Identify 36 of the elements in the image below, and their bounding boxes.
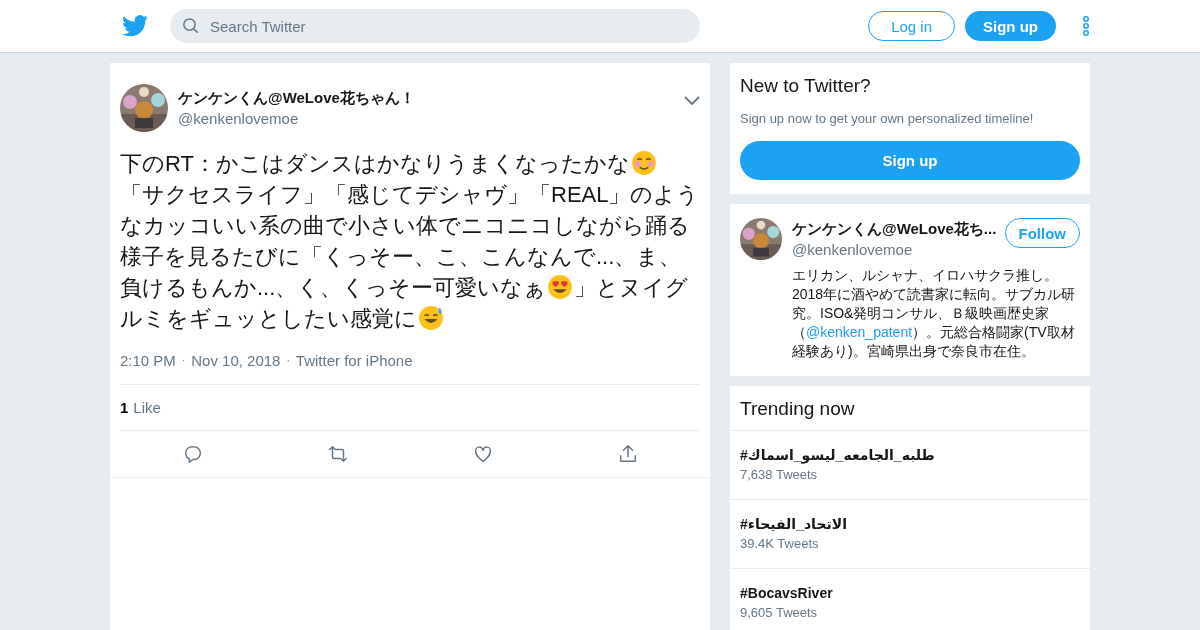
author-name: ケンケンくん@WeLove花ちゃん！ — [178, 89, 416, 108]
signup-button[interactable]: Sign up — [740, 141, 1080, 180]
signup-button[interactable]: Sign up — [965, 11, 1056, 41]
search-field[interactable]: Search Twitter — [170, 9, 700, 43]
follow-button[interactable]: Follow — [1004, 218, 1080, 248]
separator-dot: · — [286, 355, 290, 366]
profile-name: ケンケンくん@WeLove花ち... — [792, 220, 997, 239]
like-label: Like — [133, 399, 161, 416]
more-icon[interactable] — [1082, 15, 1090, 37]
trend-tag[interactable]: #الاتحاد_الفيحاء — [740, 516, 1080, 532]
trend-tag[interactable]: #BocavsRiver — [740, 585, 1080, 601]
trend-count: 7,638 Tweets — [740, 467, 819, 482]
tweet-time: 2:10 PM — [120, 352, 176, 369]
login-button[interactable]: Log in — [868, 11, 955, 41]
mention-link[interactable]: @kenken_patent — [806, 324, 913, 340]
heart-eyes-icon — [547, 274, 574, 300]
card-title: New to Twitter? — [740, 75, 872, 97]
separator-dot: · — [181, 355, 186, 366]
author-handle: @kenkenlovemoe — [178, 110, 300, 127]
retweet-icon[interactable] — [326, 443, 349, 465]
profile-handle: @kenkenlovemoe — [792, 241, 914, 258]
trend-count: 39.4K Tweets — [740, 536, 820, 551]
card-subtitle: Sign up now to get your own personalized timeline! — [740, 111, 1035, 126]
chevron-down-icon[interactable] — [684, 96, 700, 106]
trend-count: 9,605 Tweets — [740, 605, 819, 620]
search-icon — [182, 17, 200, 35]
tweet-date: Nov 10, 2018 — [191, 352, 281, 369]
tweet-text: 下のRT：かこはダンスはかなりうまくなったかな 「サクセスライフ」「感じてデシャヴ」「REAL」のようなカッコいい系の曲で小さい体でニコニコしながら踊る様子を見るたびに「くっそー、こ、こんなんで...、ま、負けるもんか...、く、くっそー可愛いなぁ 」とヌイグルミをギュッとしたい感覚に — [119, 149, 701, 333]
profile-bio: エリカン、ルシャナ、イロハサクラ推し。2018年に酒やめて読書家に転向。サブカル研究。ISO&発明コンサル、Ｂ級映画歴史家（@kenken_patent）。元総合格闘家(TV取材経験あり)。宮崎県出身で奈良市在住。 — [792, 266, 1077, 361]
smiling-face-icon — [630, 150, 657, 176]
tweet-source: Twitter for iPhone — [295, 352, 413, 369]
like-count: 1 — [120, 399, 129, 416]
trend-tag[interactable]: #طلبه_الجامعه_ليسو_اسماك — [740, 447, 1080, 463]
bird-logo-icon[interactable] — [122, 15, 148, 37]
trending-title: Trending now — [740, 398, 856, 420]
sweat-smile-icon — [418, 305, 444, 331]
